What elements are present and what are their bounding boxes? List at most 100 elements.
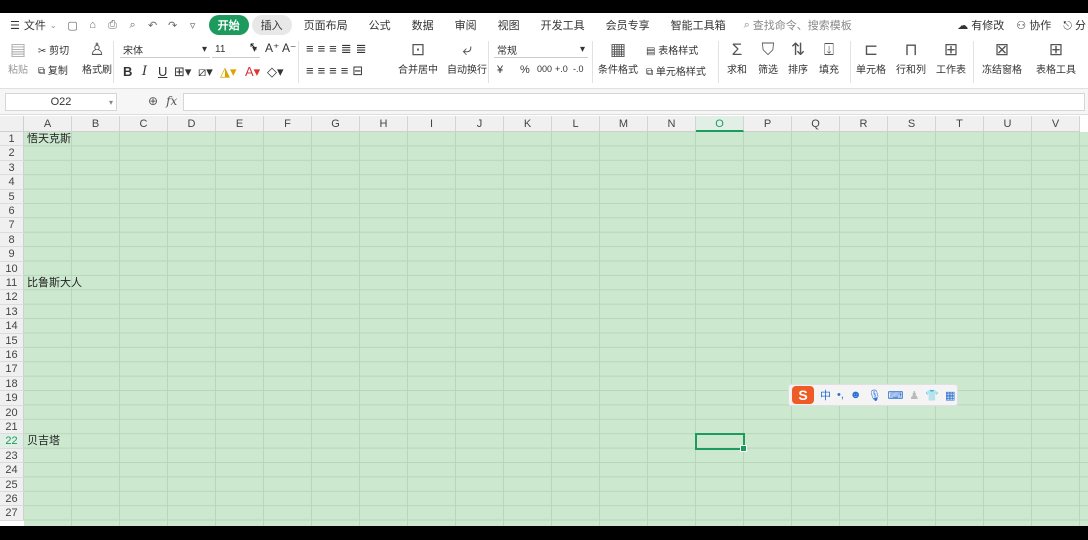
row-header-13[interactable]: 13 <box>0 304 24 320</box>
row-header-22[interactable]: 22 <box>0 434 24 449</box>
row-header-21[interactable]: 21 <box>0 420 24 435</box>
tab-view[interactable]: 视图 <box>489 15 529 35</box>
column-header-h[interactable]: H <box>360 116 408 132</box>
align-top-icons[interactable]: ≡≡≡≣≣ <box>306 41 371 57</box>
bold-button[interactable]: B <box>123 64 132 79</box>
collab-button[interactable]: ⚇ 协作 <box>1016 17 1051 33</box>
tab-data[interactable]: 数据 <box>403 15 443 35</box>
row-header-5[interactable]: 5 <box>0 189 24 204</box>
row-header-25[interactable]: 25 <box>0 477 24 492</box>
column-header-m[interactable]: M <box>600 116 648 132</box>
row-header-19[interactable]: 19 <box>0 391 24 406</box>
decrease-decimal-button[interactable]: -.0 <box>573 64 584 74</box>
customize-icon[interactable]: ▿ <box>187 19 199 32</box>
sum-button[interactable]: Σ 求和 <box>727 39 747 76</box>
punctuation-icon[interactable]: •, <box>837 389 844 401</box>
cell-a11[interactable]: 比鲁斯大人 <box>27 276 82 290</box>
currency-button[interactable]: ¥ <box>497 64 503 76</box>
table-style-button[interactable]: ▤ 表格样式 <box>646 42 698 57</box>
save-cloud-icon[interactable]: ⌂ <box>87 19 99 31</box>
tab-insert[interactable]: 插入 <box>251 15 292 35</box>
print-preview-icon[interactable]: ⌕ <box>127 19 139 32</box>
column-header-l[interactable]: L <box>552 116 600 132</box>
row-header-10[interactable]: 10 <box>0 261 24 276</box>
tab-home[interactable]: 开始 <box>208 15 249 35</box>
command-search[interactable]: ⌕ 查找命令、搜索模板 <box>744 17 852 33</box>
ime-mode[interactable]: 中 <box>820 387 831 403</box>
share-button[interactable]: ⎋ 分 <box>1063 17 1086 33</box>
column-header-a[interactable]: A <box>24 116 72 132</box>
row-header-8[interactable]: 8 <box>0 232 24 248</box>
paste-button[interactable]: ▤ 粘贴 <box>8 39 28 76</box>
tab-formulas[interactable]: 公式 <box>360 15 400 35</box>
column-header-r[interactable]: R <box>840 116 888 132</box>
row-header-17[interactable]: 17 <box>0 362 24 377</box>
fx-icon[interactable]: fx <box>166 94 177 108</box>
increase-decimal-button[interactable]: +.0 <box>555 64 568 74</box>
rows-cols-button[interactable]: ⊓ 行和列 <box>896 39 926 76</box>
border-icon[interactable]: ⊞▾ <box>174 64 191 80</box>
tab-page-layout[interactable]: 页面布局 <box>295 15 357 35</box>
column-header-j[interactable]: J <box>456 116 504 132</box>
wrap-text-button[interactable]: ⤶ 自动换行 <box>447 39 487 76</box>
column-header-o[interactable]: O <box>696 116 744 132</box>
select-all-corner[interactable] <box>0 116 24 132</box>
row-header-24[interactable]: 24 <box>0 463 24 478</box>
cell-style-button[interactable]: ⧉ 单元格样式 <box>646 63 706 78</box>
column-header-c[interactable]: C <box>120 116 168 132</box>
name-box[interactable]: O22 ▾ <box>5 93 117 111</box>
unsaved-status[interactable]: ☁ 有修改 <box>957 17 1004 33</box>
align-left-icons[interactable]: ≡≡≡≡⊟ <box>306 63 367 79</box>
number-format-select[interactable]: 常规 ▾ <box>494 42 588 58</box>
row-header-6[interactable]: 6 <box>0 204 24 219</box>
emoji-icon[interactable]: ☻ <box>850 389 862 401</box>
row-header-4[interactable]: 4 <box>0 175 24 190</box>
font-name-select[interactable]: 宋体 ▾ <box>120 42 210 58</box>
italic-button[interactable]: I <box>142 64 147 79</box>
keyboard-icon[interactable]: ⌨ <box>887 389 903 402</box>
row-header-27[interactable]: 27 <box>0 506 24 521</box>
spreadsheet-grid[interactable]: ABCDEFGHIJKLMNOPQRSTUV 1 2 3 4 5 6 7 8 9 10 11 12 13… <box>0 116 1088 526</box>
row-header-2[interactable]: 2 <box>0 146 24 161</box>
zoom-icon[interactable]: ⊕ <box>148 94 158 108</box>
column-header-p[interactable]: P <box>744 116 792 132</box>
redo-icon[interactable]: ↷ <box>167 19 179 32</box>
cut-button[interactable]: ✂ 剪切 <box>38 42 69 57</box>
clear-icon[interactable]: ◇▾ <box>267 64 284 80</box>
increase-font-icon[interactable]: A⁺ A⁻ <box>265 41 296 55</box>
freeze-panes-button[interactable]: ⊠ 冻结窗格 <box>982 39 1022 76</box>
cell-a1[interactable]: 悟天克斯 <box>27 132 71 146</box>
column-header-n[interactable]: N <box>648 116 696 132</box>
menu-grid-icon[interactable]: ▦ <box>945 389 955 402</box>
column-header-s[interactable]: S <box>888 116 936 132</box>
underline-button[interactable]: U <box>158 64 167 79</box>
column-header-k[interactable]: K <box>504 116 552 132</box>
column-header-q[interactable]: Q <box>792 116 840 132</box>
cell-a22[interactable]: 贝吉塔 <box>27 434 60 448</box>
fill-button[interactable]: ⍗ 填充 <box>819 39 839 76</box>
column-header-f[interactable]: F <box>264 116 312 132</box>
column-header-g[interactable]: G <box>312 116 360 132</box>
font-color-icon[interactable]: A▾ <box>245 64 260 80</box>
column-header-v[interactable]: V <box>1032 116 1080 132</box>
conditional-format-button[interactable]: ▦ 条件格式 <box>598 39 638 76</box>
row-header-20[interactable]: 20 <box>0 405 24 420</box>
microphone-icon[interactable]: 🎙 <box>868 389 882 402</box>
file-menu[interactable]: ☰ 文件 ⌄ <box>0 17 63 33</box>
row-header-16[interactable]: 16 <box>0 348 24 363</box>
active-cell[interactable] <box>695 433 747 453</box>
row-header-1[interactable]: 1 <box>0 132 24 147</box>
copy-button[interactable]: ⧉ 复制 <box>38 62 68 77</box>
tab-review[interactable]: 审阅 <box>446 15 486 35</box>
highlight-icon[interactable]: ◮▾ <box>220 64 237 80</box>
print-icon[interactable]: ⎙ <box>107 19 119 32</box>
tab-developer[interactable]: 开发工具 <box>532 15 594 35</box>
worksheet-button[interactable]: ⊞ 工作表 <box>936 39 966 76</box>
row-header-7[interactable]: 7 <box>0 218 24 233</box>
row-header-3[interactable]: 3 <box>0 160 24 176</box>
format-painter-button[interactable]: ♙ 格式刷 <box>82 39 112 76</box>
row-header-18[interactable]: 18 <box>0 376 24 392</box>
skin-icon[interactable]: 👕 <box>925 389 939 402</box>
percent-button[interactable]: % <box>520 64 530 76</box>
ime-toolbar[interactable]: S 中 •, ☻ 🎙 ⌨ ♟ 👕 ▦ <box>788 384 958 406</box>
